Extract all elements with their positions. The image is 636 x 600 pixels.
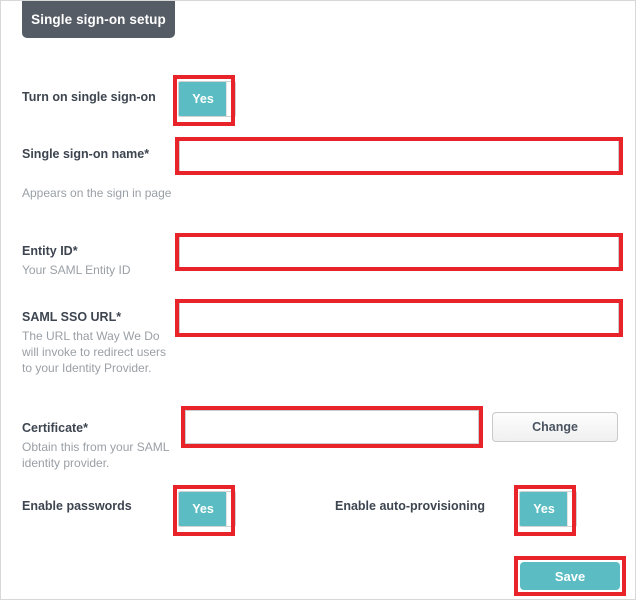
toggle-fill: Yes xyxy=(179,82,227,116)
label-sso-name: Single sign-on name* xyxy=(22,147,150,161)
toggle-value-label: Yes xyxy=(533,502,555,516)
tab-single-sign-on-setup[interactable]: Single sign-on setup xyxy=(22,1,175,38)
input-entity-id[interactable] xyxy=(179,235,619,271)
help-entity-id: Your SAML Entity ID xyxy=(22,263,131,277)
label-certificate: Certificate* xyxy=(22,421,88,435)
label-enable-auto-provisioning: Enable auto-provisioning xyxy=(335,499,486,513)
toggle-fill: Yes xyxy=(520,492,568,526)
save-button[interactable]: Save xyxy=(520,562,620,590)
toggle-enable-auto-provisioning[interactable]: Yes xyxy=(519,491,577,527)
label-entity-id: Entity ID* xyxy=(22,244,78,258)
toggle-handle[interactable] xyxy=(567,492,576,526)
sso-setup-page: Single sign-on setup Turn on single sign… xyxy=(0,0,636,600)
help-saml-sso-url: The URL that Way We Do will invoke to re… xyxy=(22,329,167,375)
label-turn-on-sso: Turn on single sign-on xyxy=(22,90,156,104)
toggle-enable-passwords[interactable]: Yes xyxy=(178,491,236,527)
toggle-fill: Yes xyxy=(179,492,227,526)
toggle-value-label: Yes xyxy=(192,502,214,516)
change-certificate-button[interactable]: Change xyxy=(492,412,618,442)
input-certificate[interactable] xyxy=(185,410,479,444)
toggle-handle[interactable] xyxy=(226,82,235,116)
help-certificate: Obtain this from your SAML identity prov… xyxy=(22,440,169,470)
toggle-handle[interactable] xyxy=(226,492,235,526)
input-sso-name[interactable] xyxy=(179,139,619,175)
toggle-turn-on-sso[interactable]: Yes xyxy=(178,81,236,117)
label-saml-sso-url: SAML SSO URL* xyxy=(22,310,122,324)
label-enable-passwords: Enable passwords xyxy=(22,499,132,513)
toggle-value-label: Yes xyxy=(192,92,214,106)
help-sso-name: Appears on the sign in page xyxy=(22,186,172,200)
tab-label: Single sign-on setup xyxy=(31,12,166,27)
input-saml-sso-url[interactable] xyxy=(179,301,619,337)
